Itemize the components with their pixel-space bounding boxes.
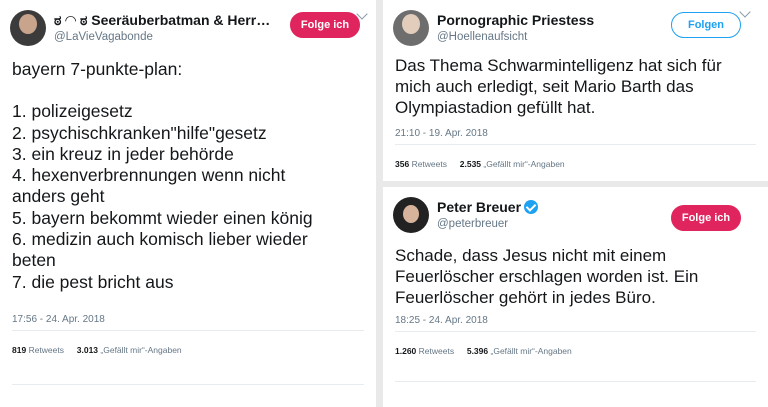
retweets-count[interactable]: 819 [12,345,26,355]
following-button[interactable]: Folge ich [671,205,741,231]
user-handle[interactable]: @LaVieVagabonde [54,29,274,45]
divider [395,144,756,145]
retweets-label[interactable]: Retweets [29,345,64,355]
tweet-card: ಠ ◠ ಠ Seeräuberbatman & Herrs... @LaVieV… [0,0,376,407]
likes-label[interactable]: „Gefällt mir“-Angaben [483,159,564,169]
likes-label[interactable]: „Gefällt mir“-Angaben [100,345,181,355]
avatar[interactable] [393,197,429,233]
tweet-card: Pornographic Priestess @Hoellenaufsicht … [383,0,768,181]
user-info[interactable]: Peter Breuer @peterbreuer [437,199,657,232]
tweet-text-line: Schade, dass Jesus nicht mit einem [395,246,667,265]
retweets-label[interactable]: Retweets [412,159,447,169]
likes-count[interactable]: 3.013 [77,345,98,355]
tweet-timestamp[interactable]: 17:56 - 24. Apr. 2018 [12,314,105,325]
tweet-stats: 356 Retweets 2.535 „Gefällt mir“-Angaben [395,159,565,169]
tweet-text-line: 5. bayern bekommt wieder einen könig [12,207,313,228]
tweet-stats: 1.260 Retweets 5.396 „Gefällt mir“-Angab… [395,346,572,356]
tweet-text-line: Feuerlöscher erschlagen worden ist. Ein [395,267,699,286]
divider [395,381,756,382]
tweet-text-line: Feuerlöscher gehört in jedes Büro. [395,288,656,307]
tweet-text-line: 2. psychischkranken"hilfe"gesetz [12,122,267,143]
likes-count[interactable]: 2.535 [460,159,481,169]
tweet-text-line: Das Thema Schwarmintelligenz hat sich fü… [395,56,722,75]
verified-badge-icon [524,200,539,214]
tweet-text-line: 4. hexenverbrennungen wenn nicht [12,165,286,186]
avatar[interactable] [393,10,429,46]
tweet-text-line: beten [12,250,56,271]
divider [12,384,364,385]
tweet-text-line: 7. die pest bricht aus [12,271,174,292]
display-name-text[interactable]: Peter Breuer [437,199,521,215]
tweet-stats: 819 Retweets 3.013 „Gefällt mir“-Angaben [12,345,182,355]
tweet-text-line: 3. ein kreuz in jeder behörde [12,143,234,164]
tweet-text-line: 1. polizeigesetz [12,101,133,122]
tweet-text-line: mich auch erledigt, seit Mario Barth das [395,77,694,96]
tweet-text: bayern 7-punkte-plan: 1. polizeigesetz 2… [12,59,362,293]
retweets-label[interactable]: Retweets [419,346,454,356]
retweets-count[interactable]: 356 [395,159,409,169]
divider [395,331,756,332]
tweet-text: Das Thema Schwarmintelligenz hat sich fü… [395,55,760,118]
tweet-text-line: Olympiastadion gefüllt hat. [395,98,596,117]
follow-button[interactable]: Folgen [671,12,741,38]
display-name[interactable]: ಠ ◠ ಠ Seeräuberbatman & Herrs... [54,12,274,29]
user-handle[interactable]: @Hoellenaufsicht [437,29,657,45]
tweet-card: Peter Breuer @peterbreuer Folge ich Scha… [383,187,768,407]
tweet-header: Peter Breuer @peterbreuer Folge ich [393,197,758,237]
likes-count[interactable]: 5.396 [467,346,488,356]
user-handle[interactable]: @peterbreuer [437,216,657,232]
tweet-timestamp[interactable]: 21:10 - 19. Apr. 2018 [395,128,488,139]
user-info[interactable]: ಠ ◠ ಠ Seeräuberbatman & Herrs... @LaVieV… [54,12,274,45]
tweet-timestamp[interactable]: 18:25 - 24. Apr. 2018 [395,315,488,326]
tweet-header: ಠ ◠ ಠ Seeräuberbatman & Herrs... @LaVieV… [10,10,366,50]
avatar[interactable] [10,10,46,46]
tweet-text: Schade, dass Jesus nicht mit einem Feuer… [395,245,765,308]
user-info[interactable]: Pornographic Priestess @Hoellenaufsicht [437,12,657,45]
display-name[interactable]: Pornographic Priestess [437,12,657,29]
display-name[interactable]: Peter Breuer [437,199,657,216]
tweet-text-line: anders geht [12,186,105,207]
divider [12,330,364,331]
following-button[interactable]: Folge ich [290,12,360,38]
likes-label[interactable]: „Gefällt mir“-Angaben [491,346,572,356]
retweets-count[interactable]: 1.260 [395,346,416,356]
tweet-text-line: 6. medizin auch komisch lieber wieder [12,229,308,250]
tweet-text-line: bayern 7-punkte-plan: [12,59,183,79]
tweet-header: Pornographic Priestess @Hoellenaufsicht … [393,10,758,50]
